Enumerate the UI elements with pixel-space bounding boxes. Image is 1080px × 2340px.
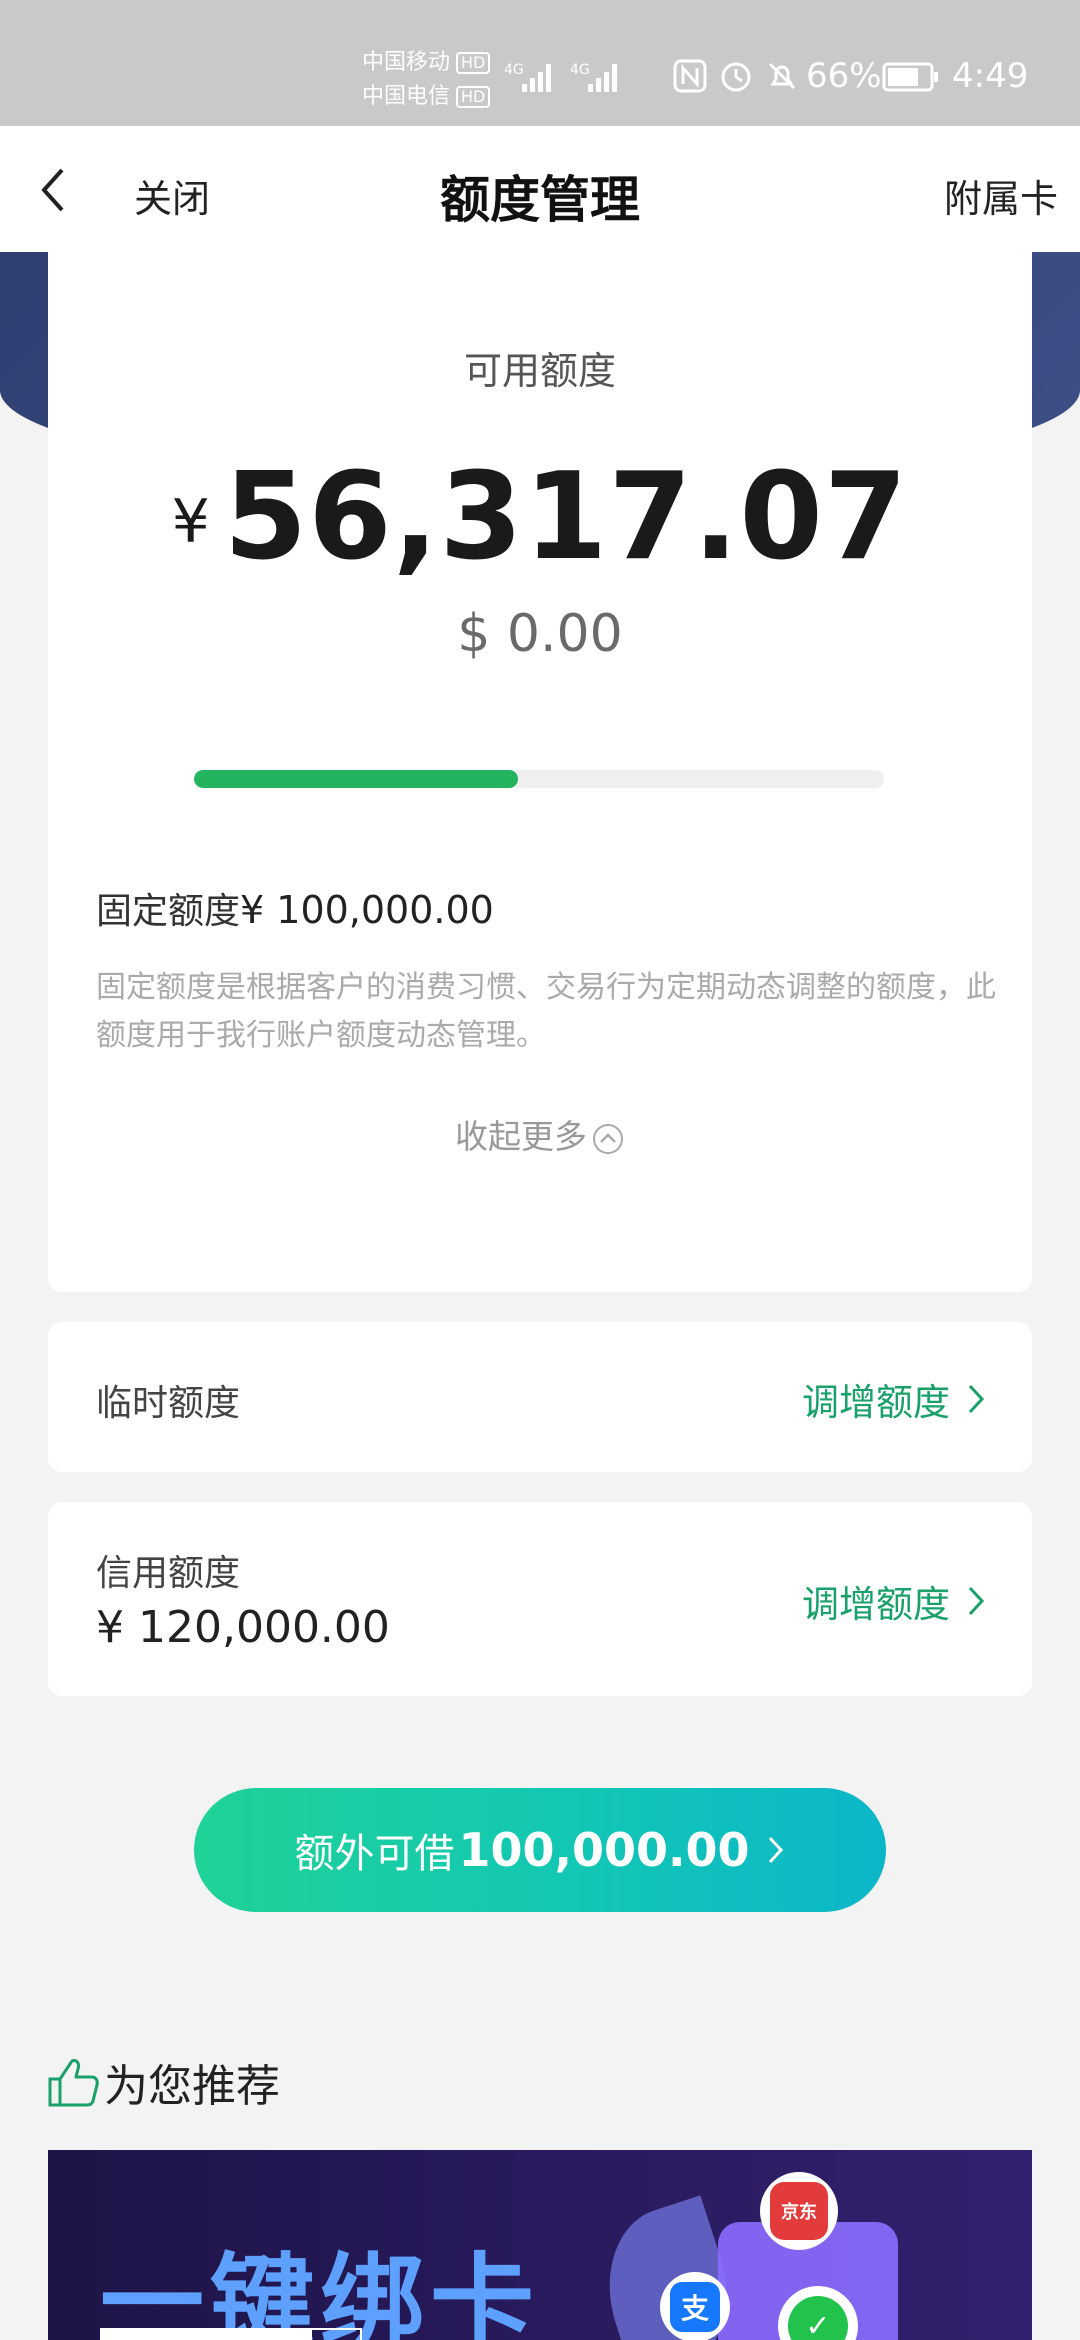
limit-usage-bar (194, 770, 884, 788)
alipay-icon-label: 支 (670, 2282, 720, 2332)
carrier-1: 中国移动 (362, 50, 451, 75)
available-limit-label: 可用额度 (463, 349, 616, 393)
chevron-up-circle-icon (593, 1124, 623, 1154)
banner-title: 一键绑卡 (100, 2242, 541, 2340)
chevron-right-icon (768, 1836, 783, 1864)
status-bar: 中国移动 HD 中国电信 HD 4G 4G 66% 4:49 (0, 0, 1080, 126)
increase-temporary-limit-button[interactable]: 调增额度 (802, 1372, 986, 1426)
svg-text:4G: 4G (504, 62, 524, 78)
alipay-icon: 支 (660, 2272, 730, 2340)
signal-icon: 4G (570, 62, 617, 92)
battery-percent: 66% (806, 56, 882, 96)
chevron-right-icon (968, 1384, 985, 1414)
credit-limit-label: 信用额度 (96, 1553, 241, 1594)
clock: 4:49 (952, 56, 1029, 96)
supplementary-card-button[interactable]: 附属卡 (944, 168, 1058, 223)
jd-icon: 京东 (760, 2172, 838, 2250)
recommend-header: 为您推荐 (46, 2050, 280, 2114)
available-limit-amount: ¥56,317.07 (48, 448, 1032, 587)
battery-icon (882, 62, 938, 92)
increase-limit-label: 调增额度 (802, 1381, 950, 1424)
extra-borrow-value: 100,000.00 (458, 1823, 750, 1877)
fixed-limit-amount: ¥ 100,000.00 (240, 888, 494, 932)
jd-icon-label: 京东 (770, 2182, 828, 2240)
chevron-right-icon (968, 1586, 985, 1616)
temporary-limit-row[interactable]: 临时额度 调增额度 (48, 1322, 1032, 1472)
thumbs-up-icon (48, 2059, 99, 2107)
nfc-icon (673, 59, 707, 93)
page-title: 额度管理 (440, 171, 640, 229)
temporary-limit-label: 临时额度 (96, 1383, 241, 1424)
currency-symbol: ¥ (171, 487, 210, 557)
collapse-more-button[interactable]: 收起更多 (48, 1110, 1032, 1158)
available-amount-value: 56,317.07 (223, 448, 909, 587)
usd-amount: $ 0.00 (457, 604, 623, 664)
collapse-more-label: 收起更多 (455, 1117, 587, 1156)
increase-limit-label: 调增额度 (802, 1583, 950, 1626)
bind-card-banner[interactable]: 一键绑卡 京东 支 ✓ (48, 2150, 1032, 2340)
credit-limit-amount: ¥ 120,000.00 (96, 1602, 390, 1653)
fixed-limit-label: 固定额度 (96, 891, 241, 932)
hd-badge: HD (456, 52, 491, 74)
banner-strip (310, 2328, 362, 2340)
carrier-2: 中国电信 (362, 84, 451, 109)
carrier-info: 中国移动 HD 中国电信 HD (362, 46, 491, 114)
mute-bell-icon (768, 62, 796, 90)
alarm-icon (721, 62, 751, 92)
signal-icon: 4G (504, 62, 551, 92)
wechat-check: ✓ (788, 2296, 848, 2340)
increase-credit-limit-button[interactable]: 调增额度 (802, 1574, 986, 1628)
svg-text:4G: 4G (570, 62, 590, 78)
available-limit-card: 可用额度 ¥56,317.07 $ 0.00 固定额度¥ 100,000.00 … (48, 252, 1032, 1292)
banner-strip (100, 2328, 310, 2340)
fixed-limit-description: 固定额度是根据客户的消费习惯、交易行为定期动态调整的额度，此额度用于我行账户额度… (96, 970, 996, 1053)
extra-borrow-label: 额外可借 (294, 1831, 455, 1877)
navigation-bar: 关闭 额度管理 附属卡 (0, 126, 1080, 252)
extra-borrow-button[interactable]: 额外可借 100,000.00 (194, 1788, 886, 1912)
limit-usage-fill (194, 770, 519, 788)
recommend-title: 为您推荐 (104, 2061, 280, 2112)
credit-limit-row[interactable]: 信用额度 ¥ 120,000.00 调增额度 (48, 1502, 1032, 1696)
fixed-limit-line: 固定额度¥ 100,000.00 (96, 882, 494, 934)
hd-badge: HD (456, 86, 491, 108)
